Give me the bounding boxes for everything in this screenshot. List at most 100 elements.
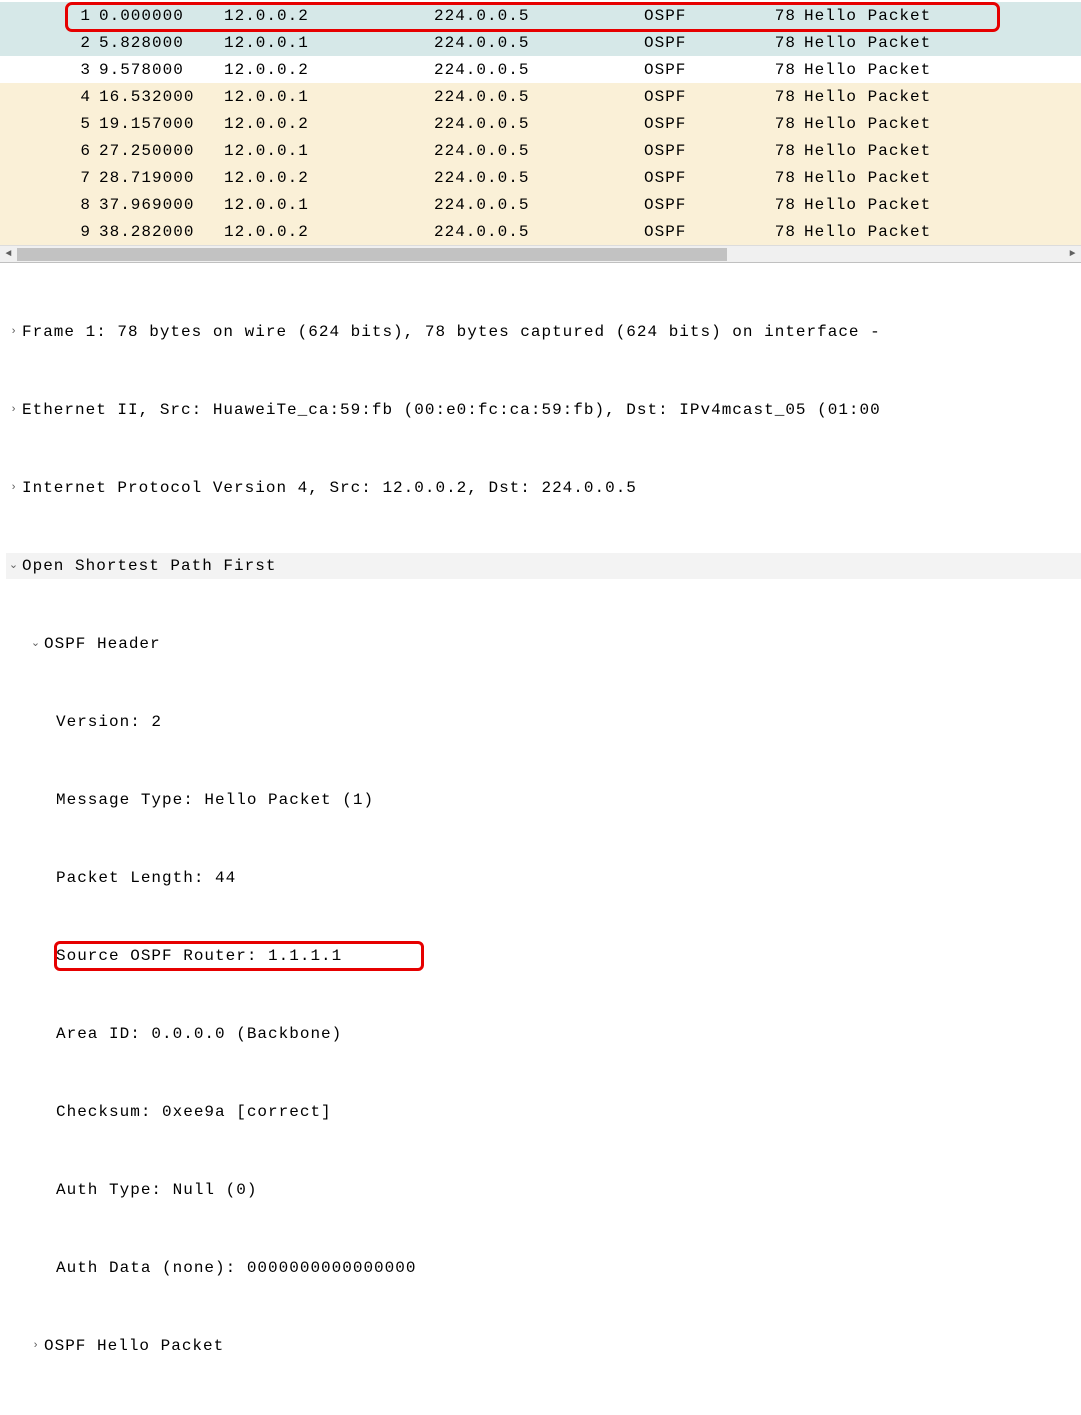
chevron-down-icon[interactable]: ⌄ (6, 553, 22, 579)
cell: 12.0.0.2 (220, 56, 430, 83)
cell: 224.0.0.5 (430, 191, 640, 218)
tree-ospf-hello[interactable]: › OSPF Hello Packet (6, 1333, 1081, 1359)
cell: 6 (0, 137, 95, 164)
table-row[interactable]: 837.96900012.0.0.1224.0.0.5OSPF78Hello P… (0, 191, 1081, 218)
ip-summary: Internet Protocol Version 4, Src: 12.0.0… (22, 475, 637, 501)
scroll-left-arrow[interactable]: ◄ (0, 246, 17, 263)
cell: 37.969000 (95, 191, 220, 218)
cell: OSPF (640, 110, 750, 137)
table-row[interactable]: 416.53200012.0.0.1224.0.0.5OSPF78Hello P… (0, 83, 1081, 110)
cell: OSPF (640, 191, 750, 218)
cell: 5 (0, 110, 95, 137)
cell: 28.719000 (95, 164, 220, 191)
table-row[interactable]: 728.71900012.0.0.2224.0.0.5OSPF78Hello P… (0, 164, 1081, 191)
cell: 5.828000 (95, 29, 220, 56)
cell: 224.0.0.5 (430, 56, 640, 83)
cell: 12.0.0.1 (220, 191, 430, 218)
scroll-right-arrow[interactable]: ► (1064, 246, 1081, 263)
cell: 3 (0, 56, 95, 83)
chevron-down-icon[interactable]: ⌄ (28, 631, 44, 657)
chevron-right-icon[interactable]: › (6, 475, 22, 501)
cell: Hello Packet (800, 56, 1081, 83)
cell: OSPF (640, 83, 750, 110)
cell: 12.0.0.2 (220, 218, 430, 245)
table-row[interactable]: 519.15700012.0.0.2224.0.0.5OSPF78Hello P… (0, 110, 1081, 137)
horizontal-scrollbar[interactable]: ◄ ► (0, 245, 1081, 262)
table-row[interactable]: 25.82800012.0.0.1224.0.0.5OSPF78Hello Pa… (0, 29, 1081, 56)
version-text: Version: 2 (56, 709, 162, 735)
table-row[interactable]: 627.25000012.0.0.1224.0.0.5OSPF78Hello P… (0, 137, 1081, 164)
cell: 19.157000 (95, 110, 220, 137)
cksum-text: Checksum: 0xee9a [correct] (56, 1099, 332, 1125)
cell: 12.0.0.2 (220, 2, 430, 29)
ospf-hello-label: OSPF Hello Packet (44, 1333, 224, 1359)
cell: 78 (750, 218, 800, 245)
field-message-type[interactable]: Message Type: Hello Packet (1) (6, 787, 1081, 813)
cell: Hello Packet (800, 29, 1081, 56)
cell: 12.0.0.1 (220, 137, 430, 164)
tree-ospf-header[interactable]: ⌄ OSPF Header (6, 631, 1081, 657)
cell: 0.000000 (95, 2, 220, 29)
frame-summary: Frame 1: 78 bytes on wire (624 bits), 78… (22, 319, 881, 345)
authdata-text: Auth Data (none): 0000000000000000 (56, 1255, 416, 1281)
srcrtr-text: Source OSPF Router: 1.1.1.1 (56, 943, 342, 969)
packet-table[interactable]: 10.00000012.0.0.2224.0.0.5OSPF78Hello Pa… (0, 2, 1081, 245)
cell: OSPF (640, 29, 750, 56)
cell: Hello Packet (800, 2, 1081, 29)
cell: OSPF (640, 137, 750, 164)
tree-ospf[interactable]: ⌄ Open Shortest Path First (6, 553, 1081, 579)
cell: 224.0.0.5 (430, 2, 640, 29)
cell: 78 (750, 2, 800, 29)
area-text: Area ID: 0.0.0.0 (Backbone) (56, 1021, 342, 1047)
field-auth-data[interactable]: Auth Data (none): 0000000000000000 (6, 1255, 1081, 1281)
scroll-track[interactable] (17, 246, 1064, 263)
cell: Hello Packet (800, 218, 1081, 245)
cell: 27.250000 (95, 137, 220, 164)
field-auth-type[interactable]: Auth Type: Null (0) (6, 1177, 1081, 1203)
cell: OSPF (640, 2, 750, 29)
tree-ip[interactable]: › Internet Protocol Version 4, Src: 12.0… (6, 475, 1081, 501)
cell: 78 (750, 110, 800, 137)
packet-list-pane: 10.00000012.0.0.2224.0.0.5OSPF78Hello Pa… (0, 0, 1081, 263)
tree-frame[interactable]: › Frame 1: 78 bytes on wire (624 bits), … (6, 319, 1081, 345)
cell: 78 (750, 29, 800, 56)
ethernet-summary: Ethernet II, Src: HuaweiTe_ca:59:fb (00:… (22, 397, 881, 423)
tree-ethernet[interactable]: › Ethernet II, Src: HuaweiTe_ca:59:fb (0… (6, 397, 1081, 423)
field-packet-length[interactable]: Packet Length: 44 (6, 865, 1081, 891)
cell: 78 (750, 83, 800, 110)
cell: 78 (750, 191, 800, 218)
cell: 12.0.0.2 (220, 164, 430, 191)
cell: 224.0.0.5 (430, 83, 640, 110)
ospf-summary: Open Shortest Path First (22, 553, 276, 579)
chevron-right-icon[interactable]: › (6, 397, 22, 423)
cell: 12.0.0.1 (220, 29, 430, 56)
table-row[interactable]: 10.00000012.0.0.2224.0.0.5OSPF78Hello Pa… (0, 2, 1081, 29)
cell: 1 (0, 2, 95, 29)
cell: 9 (0, 218, 95, 245)
packet-details-pane[interactable]: › Frame 1: 78 bytes on wire (624 bits), … (0, 263, 1081, 1415)
ospf-header-label: OSPF Header (44, 631, 161, 657)
field-checksum[interactable]: Checksum: 0xee9a [correct] (6, 1099, 1081, 1125)
chevron-right-icon[interactable]: › (28, 1333, 44, 1359)
cell: Hello Packet (800, 137, 1081, 164)
table-row[interactable]: 39.57800012.0.0.2224.0.0.5OSPF78Hello Pa… (0, 56, 1081, 83)
field-area-id[interactable]: Area ID: 0.0.0.0 (Backbone) (6, 1021, 1081, 1047)
field-source-router[interactable]: Source OSPF Router: 1.1.1.1 (6, 943, 1081, 969)
cell: 12.0.0.2 (220, 110, 430, 137)
cell: OSPF (640, 218, 750, 245)
cell: Hello Packet (800, 110, 1081, 137)
cell: 7 (0, 164, 95, 191)
cell: 9.578000 (95, 56, 220, 83)
cell: 2 (0, 29, 95, 56)
chevron-right-icon[interactable]: › (6, 319, 22, 345)
cell: 224.0.0.5 (430, 218, 640, 245)
cell: 78 (750, 56, 800, 83)
cell: 4 (0, 83, 95, 110)
table-row[interactable]: 938.28200012.0.0.2224.0.0.5OSPF78Hello P… (0, 218, 1081, 245)
cell: 224.0.0.5 (430, 137, 640, 164)
scroll-thumb[interactable] (17, 248, 727, 261)
field-version[interactable]: Version: 2 (6, 709, 1081, 735)
msgtype-text: Message Type: Hello Packet (1) (56, 787, 374, 813)
cell: 78 (750, 137, 800, 164)
cell: OSPF (640, 56, 750, 83)
